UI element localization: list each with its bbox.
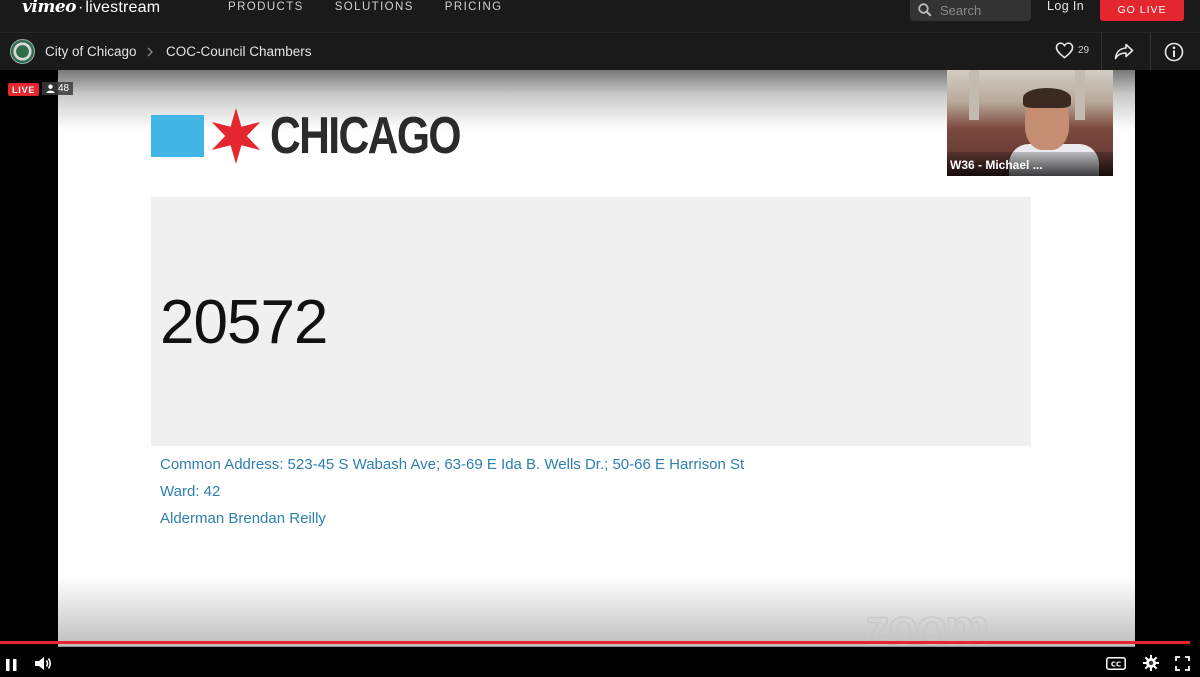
ward-line: Ward: 42 (160, 483, 221, 500)
logo-product: livestream (85, 0, 161, 16)
player-controls: CC (0, 646, 1200, 677)
info-icon[interactable] (1164, 42, 1184, 67)
svg-text:CC: CC (1111, 661, 1121, 669)
video-player[interactable]: CHICAGO 20572 Common Address: 523-45 S W… (0, 70, 1200, 656)
top-nav: vimeo · livestream PRODUCTS SOLUTIONS PRIC… (0, 0, 1200, 32)
like-button[interactable]: 29 (1055, 42, 1089, 59)
person-icon (46, 84, 55, 93)
speaker-hair (1023, 88, 1071, 108)
volume-icon[interactable] (35, 656, 53, 676)
record-panel: 20572 (151, 197, 1031, 446)
search-box[interactable] (910, 0, 1031, 21)
heart-icon (1055, 42, 1074, 59)
breadcrumb-event[interactable]: COC-Council Chambers (166, 44, 312, 59)
breadcrumb-channel[interactable]: City of Chicago (45, 44, 137, 59)
speaker-video-thumbnail: W36 - Michael ... (947, 70, 1113, 176)
record-number: 20572 (160, 288, 328, 357)
viewer-count: 48 (58, 83, 70, 94)
viewer-count-badge: 48 (42, 82, 74, 95)
chamber-pillar (969, 70, 979, 120)
closed-captions-icon[interactable]: CC (1106, 657, 1126, 675)
chicago-logo: CHICAGO (151, 106, 502, 166)
search-icon[interactable] (910, 1, 940, 17)
event-header: City of Chicago COC-Council Chambers 29 (0, 32, 1200, 71)
logo-separator: · (77, 0, 84, 16)
divider (1150, 33, 1151, 71)
common-address: Common Address: 523-45 S Wabash Ave; 63-… (160, 456, 745, 473)
settings-gear-icon[interactable] (1143, 655, 1159, 676)
login-link[interactable]: Log In (1047, 0, 1084, 13)
speaker-caption: W36 - Michael ... (947, 152, 1113, 176)
fullscreen-icon[interactable] (1175, 656, 1190, 676)
chevron-right-icon (146, 45, 154, 63)
red-star-icon (211, 108, 261, 164)
share-icon[interactable] (1114, 43, 1134, 65)
pause-icon[interactable] (6, 658, 17, 676)
progress-bar[interactable] (0, 641, 1191, 644)
nav-link-pricing[interactable]: PRICING (445, 0, 503, 14)
chamber-pillar (1075, 70, 1085, 120)
nav-link-solutions[interactable]: SOLUTIONS (335, 0, 414, 14)
vimeo-livestream-logo[interactable]: vimeo · livestream (22, 0, 160, 18)
go-live-button[interactable]: GO LIVE (1100, 0, 1184, 21)
divider (1101, 33, 1102, 71)
search-input[interactable] (940, 0, 1025, 18)
alderman-line: Alderman Brendan Reilly (160, 510, 326, 527)
live-badge: LIVE (8, 83, 40, 96)
city-seal-avatar[interactable] (10, 39, 35, 64)
logo-brand: vimeo (22, 0, 76, 17)
like-count: 29 (1078, 45, 1090, 56)
chicago-blue-square (151, 115, 204, 157)
chicago-wordmark: CHICAGO (270, 107, 462, 165)
nav-link-products[interactable]: PRODUCTS (228, 0, 304, 14)
nav-links: PRODUCTS SOLUTIONS PRICING (228, 0, 534, 14)
